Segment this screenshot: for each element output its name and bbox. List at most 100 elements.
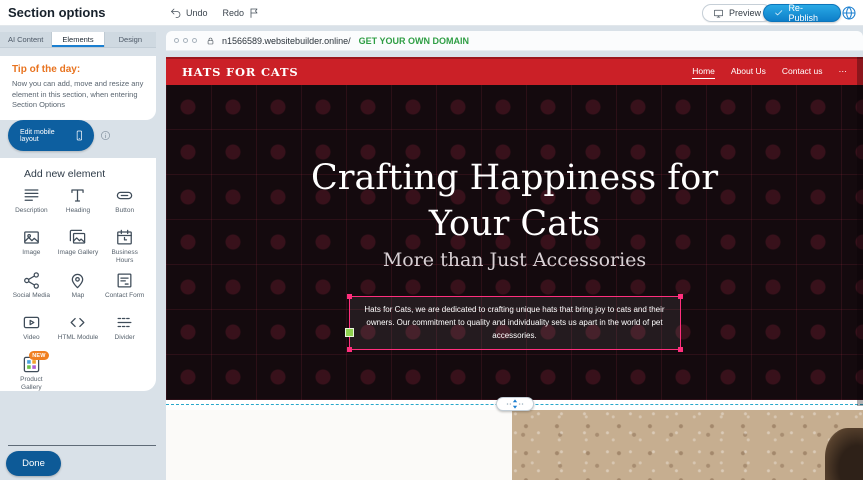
tab-label: Design (119, 35, 142, 44)
browser-chrome-bar: n1566589.websitebuilder.online/ GET YOUR… (166, 31, 863, 51)
element-item-social-media[interactable]: Social Media (8, 271, 55, 307)
app-root: Section options Undo Redo Preview (0, 0, 863, 480)
selection-corner-handle[interactable] (347, 294, 352, 299)
element-item-heading[interactable]: Heading (55, 186, 102, 222)
element-item-map[interactable]: Map (55, 271, 102, 307)
element-item-label: Contact Form (105, 292, 144, 300)
element-item-image[interactable]: Image (8, 228, 55, 265)
republish-button[interactable]: Re-Publish (763, 4, 841, 22)
element-item-label: Social Media (13, 292, 50, 300)
hero-heading[interactable]: Crafting Happiness for Your Cats (166, 155, 863, 247)
redo-button[interactable]: Redo (223, 7, 261, 19)
tab-label: Elements (62, 35, 93, 44)
element-item-image-gallery[interactable]: Image Gallery (55, 228, 102, 265)
get-domain-link[interactable]: GET YOUR OWN DOMAIN (359, 36, 469, 46)
section-resize-handle[interactable] (496, 397, 534, 411)
tip-of-the-day-card: Tip of the day: Now you can add, move an… (0, 56, 156, 120)
undo-button[interactable]: Undo (170, 7, 208, 19)
tab-elements[interactable]: Elements (52, 32, 104, 47)
element-item-html-module[interactable]: HTML Module (55, 313, 102, 349)
element-drag-handle[interactable] (345, 328, 354, 337)
nav-item-about[interactable]: About Us (731, 66, 766, 78)
element-item-label: HTML Module (58, 334, 99, 342)
button-icon (115, 186, 134, 205)
video-icon (22, 313, 41, 332)
hero-subheading[interactable]: More than Just Accessories (166, 249, 863, 271)
element-item-label: Image (22, 249, 40, 257)
tip-title: Tip of the day: (12, 64, 144, 75)
flag-icon (248, 7, 260, 19)
description-icon (22, 186, 41, 205)
contact-form-icon (115, 271, 134, 290)
nav-item-contact[interactable]: Contact us (782, 66, 823, 78)
tab-label: AI Content (8, 35, 43, 44)
map-icon (68, 271, 87, 290)
social-media-icon (22, 271, 41, 290)
heading-icon (68, 186, 87, 205)
element-item-label: Heading (66, 207, 90, 215)
element-item-button[interactable]: Button (101, 186, 148, 222)
selection-corner-handle[interactable] (347, 347, 352, 352)
element-item-label: Button (115, 207, 134, 215)
element-item-contact-form[interactable]: Contact Form (101, 271, 148, 307)
element-item-description[interactable]: Description (8, 186, 55, 222)
html-module-icon (68, 313, 87, 332)
site-nav: Home About Us Contact us ⋯ (692, 66, 847, 79)
image-gallery-icon (68, 228, 87, 247)
undo-icon (170, 7, 182, 19)
selection-corner-handle[interactable] (678, 347, 683, 352)
mobile-phone-icon (74, 129, 85, 142)
resize-arrows-icon (503, 399, 527, 409)
lock-icon (206, 36, 215, 46)
site-url: n1566589.websitebuilder.online/ (222, 36, 351, 46)
site-header[interactable]: HATS FOR CATS Home About Us Contact us ⋯ (166, 57, 863, 85)
globe-icon[interactable] (841, 5, 857, 21)
tab-ai-content[interactable]: AI Content (0, 32, 52, 47)
edit-mobile-label: Edit mobile layout (20, 129, 74, 143)
element-item-product-gallery[interactable]: NEW Product Gallery (8, 355, 55, 391)
element-item-video[interactable]: Video (8, 313, 55, 349)
new-badge: NEW (29, 351, 48, 360)
tab-design[interactable]: Design (105, 32, 156, 47)
selected-text-element[interactable]: Hats for Cats, we are dedicated to craft… (349, 296, 681, 350)
hero-paragraph: Hats for Cats, we are dedicated to craft… (364, 305, 664, 340)
add-element-title: Add new element (24, 168, 156, 180)
element-item-label: Image Gallery (58, 249, 98, 257)
info-icon[interactable] (100, 130, 111, 141)
element-item-divider[interactable]: Divider (101, 313, 148, 349)
nav-item-more[interactable]: ⋯ (839, 66, 848, 79)
window-dot-icon (192, 38, 197, 43)
redo-label: Redo (223, 8, 245, 18)
hero-section[interactable]: Crafting Happiness for Your Cats More th… (166, 85, 863, 400)
divider-icon (115, 313, 134, 332)
preview-button[interactable]: Preview (702, 4, 772, 22)
next-section[interactable] (166, 410, 863, 480)
element-item-label: Product Gallery (9, 376, 53, 391)
done-label: Done (22, 458, 45, 469)
website-canvas: HATS FOR CATS Home About Us Contact us ⋯… (166, 57, 863, 480)
nav-item-home[interactable]: Home (692, 66, 715, 79)
element-grid: Description Heading Button Image (0, 184, 156, 391)
sidebar: AI Content Elements Design Tip of the da… (0, 26, 166, 480)
done-button[interactable]: Done (6, 451, 61, 476)
site-logo[interactable]: HATS FOR CATS (182, 65, 298, 79)
image-icon (22, 228, 41, 247)
monitor-icon (713, 8, 724, 19)
element-item-label: Business Hours (103, 249, 147, 265)
page-title: Section options (8, 0, 106, 26)
edit-mobile-layout-button[interactable]: Edit mobile layout (8, 120, 94, 151)
preview-scrollbar[interactable] (857, 57, 863, 406)
window-dot-icon (174, 38, 179, 43)
republish-label: Re-Publish (788, 3, 830, 23)
preview-label: Preview (729, 8, 761, 18)
history-controls: Undo Redo (170, 0, 260, 26)
business-hours-icon (115, 228, 134, 247)
sidebar-tabs: AI Content Elements Design (0, 32, 156, 48)
carpet-shadow-shape (825, 428, 863, 480)
element-item-label: Divider (115, 334, 135, 342)
element-item-label: Video (23, 334, 40, 342)
next-section-text-column (166, 410, 512, 480)
element-item-business-hours[interactable]: Business Hours (101, 228, 148, 265)
selection-corner-handle[interactable] (678, 294, 683, 299)
tip-body: Now you can add, move and resize any ele… (12, 79, 144, 111)
